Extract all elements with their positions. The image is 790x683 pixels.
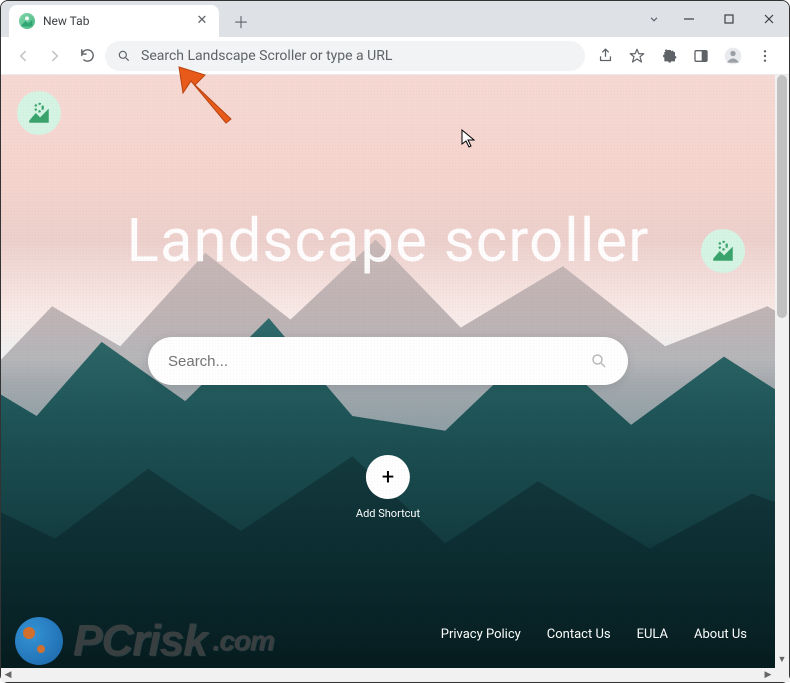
search-icon bbox=[590, 352, 608, 370]
scroll-up-icon[interactable]: ▲ bbox=[775, 75, 789, 89]
footer-links: Privacy Policy Contact Us EULA About Us bbox=[441, 627, 747, 642]
search-icon bbox=[117, 49, 131, 63]
window-controls bbox=[639, 1, 789, 37]
browser-tab[interactable]: New Tab ✕ bbox=[9, 5, 219, 37]
menu-button[interactable] bbox=[749, 42, 781, 70]
minimize-button[interactable] bbox=[669, 4, 709, 34]
add-shortcut-label: Add Shortcut bbox=[356, 507, 420, 520]
add-shortcut-button[interactable]: + bbox=[366, 455, 410, 499]
footer-link-privacy[interactable]: Privacy Policy bbox=[441, 627, 521, 642]
side-panel-button[interactable] bbox=[685, 42, 717, 70]
vertical-scrollbar[interactable]: ▲ ▼ bbox=[775, 75, 789, 682]
footer-link-contact[interactable]: Contact Us bbox=[547, 627, 611, 642]
add-shortcut: + Add Shortcut bbox=[356, 455, 420, 520]
footer-link-about[interactable]: About Us bbox=[694, 627, 747, 642]
footer-link-eula[interactable]: EULA bbox=[637, 627, 668, 642]
content-viewport: Landscape scroller + Add Shortcut Privac… bbox=[1, 75, 789, 682]
close-window-button[interactable] bbox=[749, 4, 789, 34]
scroll-down-icon[interactable]: ▼ bbox=[775, 654, 789, 668]
share-button[interactable] bbox=[589, 42, 621, 70]
browser-toolbar: Search Landscape Scroller or type a URL bbox=[1, 37, 789, 75]
watermark-suffix: .com bbox=[212, 625, 273, 657]
cursor-icon bbox=[461, 129, 477, 153]
hero-title: Landscape scroller bbox=[1, 205, 775, 276]
scroll-right-icon[interactable]: ▶ bbox=[761, 668, 775, 682]
logo-top-left[interactable] bbox=[17, 91, 61, 135]
omnibox-placeholder: Search Landscape Scroller or type a URL bbox=[141, 48, 392, 64]
tab-title: New Tab bbox=[43, 14, 187, 28]
watermark-brand: PCrisk bbox=[73, 616, 206, 666]
page-search-bar[interactable] bbox=[148, 337, 628, 385]
watermark: PCrisk .com bbox=[15, 616, 274, 666]
tab-favicon bbox=[19, 13, 35, 29]
horizontal-scrollbar[interactable]: ◀ ▶ bbox=[1, 668, 775, 682]
bookmark-button[interactable] bbox=[621, 42, 653, 70]
annotation-arrow bbox=[171, 63, 241, 137]
profile-button[interactable] bbox=[717, 42, 749, 70]
page-search-input[interactable] bbox=[168, 353, 590, 370]
extensions-button[interactable] bbox=[653, 42, 685, 70]
new-tab-page: Landscape scroller + Add Shortcut Privac… bbox=[1, 75, 775, 668]
scroll-left-icon[interactable]: ◀ bbox=[1, 668, 15, 682]
new-tab-button[interactable]: ＋ bbox=[227, 7, 255, 35]
forward-button[interactable] bbox=[41, 42, 69, 70]
watermark-globe-icon bbox=[15, 617, 63, 665]
tab-search-dropdown[interactable] bbox=[639, 4, 669, 34]
reload-button[interactable] bbox=[73, 42, 101, 70]
close-tab-icon[interactable]: ✕ bbox=[195, 14, 209, 28]
back-button[interactable] bbox=[9, 42, 37, 70]
maximize-button[interactable] bbox=[709, 4, 749, 34]
